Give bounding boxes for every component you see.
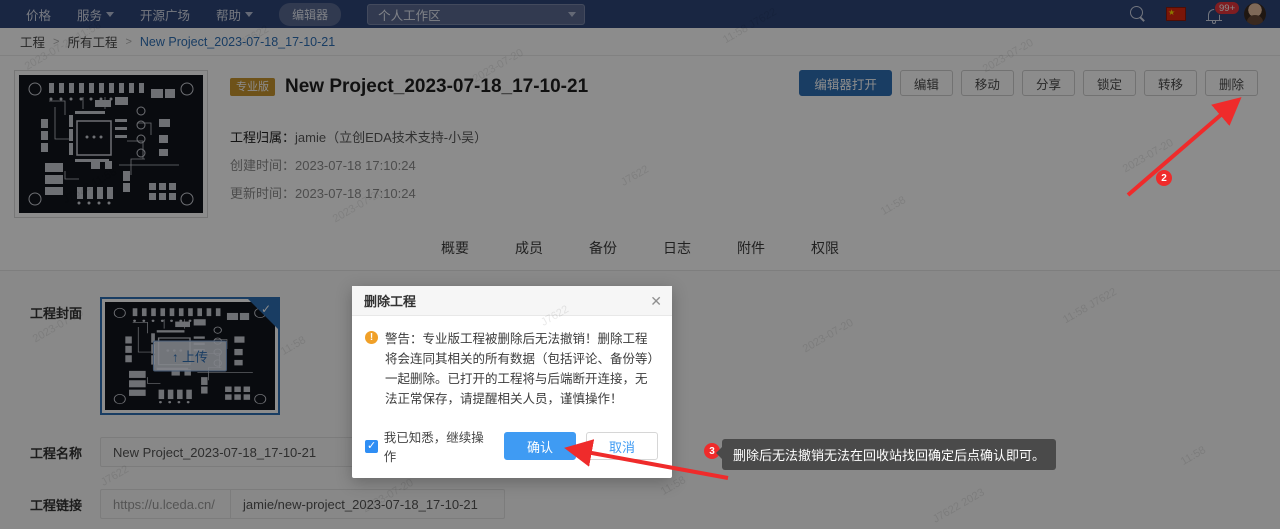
confirm-button[interactable]: 确认 (504, 432, 576, 460)
warning-exclamation-icon: ! (365, 331, 378, 344)
screen-root: 价格 服务 开源广场 帮助 编辑器 个人工作区 ★ 99+ 工程 > 所有工程 … (0, 0, 1280, 529)
dialog-body: ! 警告：专业版工程被删除后无法撤销！删除工程将会连同其相关的所有数据（包括评论… (352, 316, 672, 419)
dialog-title: 删除工程 (364, 294, 417, 309)
acknowledge-checkbox-row[interactable]: 我已知悉，继续操作 (365, 427, 494, 465)
acknowledge-label: 我已知悉，继续操作 (383, 431, 484, 464)
dialog-footer: 我已知悉，继续操作 确认 取消 (352, 419, 672, 478)
cancel-button[interactable]: 取消 (586, 432, 658, 460)
warning-text: 警告：专业版工程被删除后无法撤销！删除工程将会连同其相关的所有数据（包括评论、备… (385, 332, 654, 406)
dialog-header: 删除工程 ✕ (352, 286, 672, 316)
delete-project-dialog: 删除工程 ✕ ! 警告：专业版工程被删除后无法撤销！删除工程将会连同其相关的所有… (352, 286, 672, 478)
close-icon[interactable]: ✕ (650, 294, 662, 308)
warning-row: ! 警告：专业版工程被删除后无法撤销！删除工程将会连同其相关的所有数据（包括评论… (365, 329, 658, 409)
acknowledge-checkbox[interactable] (365, 439, 378, 453)
